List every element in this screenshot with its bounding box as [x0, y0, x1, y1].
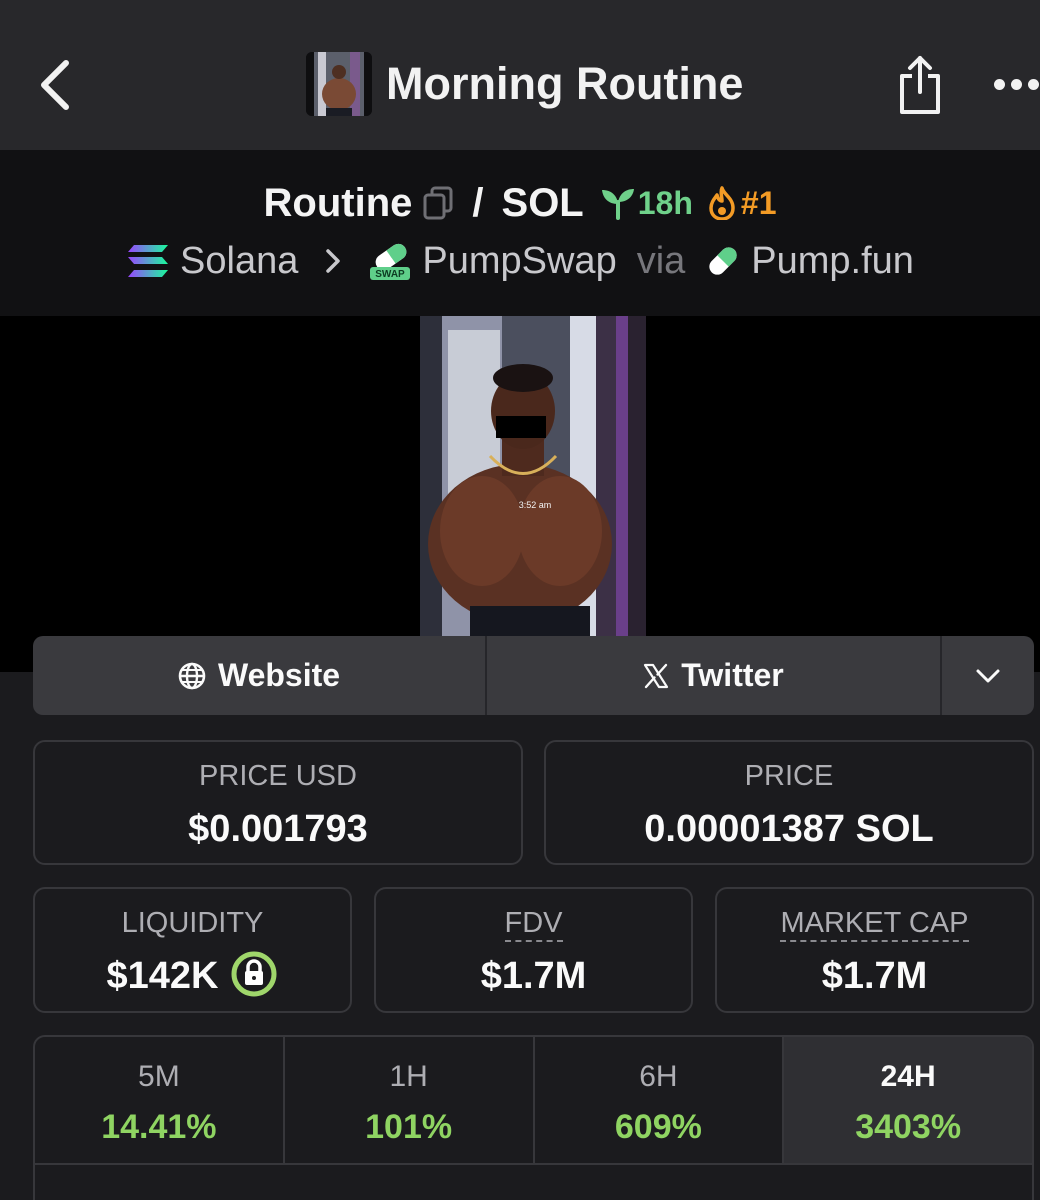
pair-header: Routine / SOL 18h #1 Solana SWAP PumpSwa… [0, 150, 1040, 316]
dex-badge-text: SWAP [376, 269, 406, 280]
twitter-label: Twitter [681, 657, 784, 693]
change-period: 6H [639, 1060, 678, 1093]
pair-age: 18h [637, 184, 693, 221]
pumpswap-icon: SWAP [370, 243, 411, 280]
fdv-value: $1.7M [480, 955, 587, 997]
pill-icon [709, 247, 737, 275]
dex-name[interactable]: PumpSwap [422, 240, 616, 283]
change-period: 24H [880, 1060, 936, 1093]
price-usd-value: $0.001793 [188, 808, 368, 850]
copy-icon[interactable] [422, 186, 454, 220]
liquidity-label: LIQUIDITY [121, 907, 264, 939]
back-button[interactable] [30, 50, 80, 120]
solana-icon [128, 245, 169, 277]
social-links-bar: Website Twitter [33, 636, 1034, 715]
token-pair-screen: Morning Routine Routine / SOL 18h #1 Sol… [0, 0, 1040, 1200]
chain-name[interactable]: Solana [180, 240, 298, 283]
change-tab-24h[interactable]: 24H 3403% [784, 1037, 1032, 1163]
token-header-image: 3:52 am [420, 316, 646, 636]
price-usd-card: PRICE USD $0.001793 [33, 740, 523, 865]
fdv-card: FDV $1.7M [374, 887, 693, 1013]
twitter-button[interactable]: Twitter [487, 636, 942, 715]
chevron-right-icon [326, 249, 341, 273]
change-value: 609% [614, 1108, 702, 1146]
seedling-icon [601, 189, 634, 220]
price-native-card: PRICE 0.00001387 SOL [544, 740, 1034, 865]
change-value: 3403% [855, 1108, 962, 1146]
website-button[interactable]: Website [33, 636, 487, 715]
change-value: 14.41% [101, 1108, 217, 1146]
liquidity-card: LIQUIDITY $142K [33, 887, 352, 1013]
market-cap-label[interactable]: MARKET CAP [780, 907, 969, 942]
market-cap-value: $1.7M [821, 955, 928, 997]
token-media: 3:52 am [0, 316, 1040, 672]
fdv-label[interactable]: FDV [504, 907, 563, 942]
fire-icon [709, 186, 735, 220]
change-period: 1H [389, 1060, 428, 1093]
share-button[interactable] [892, 50, 948, 120]
launchpad-name[interactable]: Pump.fun [751, 240, 914, 283]
change-value: 101% [365, 1108, 453, 1146]
globe-icon [178, 662, 206, 689]
more-links-button[interactable] [942, 636, 1034, 715]
via-label: via [636, 239, 686, 282]
quote-token-name: SOL [501, 180, 584, 225]
price-native-label: PRICE [744, 760, 834, 792]
more-options-button[interactable] [994, 66, 1040, 102]
base-token-name: Routine [263, 180, 413, 225]
pair-route-row: Solana SWAP PumpSwap via Pump.fun [0, 236, 1040, 286]
x-logo-icon [644, 663, 669, 688]
lock-icon[interactable] [230, 950, 278, 998]
trending-rank: #1 [740, 184, 777, 221]
change-tab-6h[interactable]: 6H 609% [535, 1037, 785, 1163]
pair-separator: / [472, 180, 484, 225]
liquidity-value: $142K [106, 955, 219, 997]
market-cap-card: MARKET CAP $1.7M [715, 887, 1034, 1013]
price-native-value: 0.00001387 SOL [644, 808, 934, 850]
pair-title-row: Routine / SOL 18h #1 [0, 178, 1040, 228]
change-period: 5M [138, 1060, 180, 1093]
stats-panel [33, 1163, 1034, 1200]
share-icon [900, 56, 940, 114]
website-label: Website [217, 657, 341, 693]
page-title: Morning Routine [386, 58, 744, 109]
token-avatar [306, 52, 372, 116]
top-app-bar: Morning Routine [0, 0, 1040, 150]
chevron-left-icon [41, 60, 69, 110]
change-tab-1h[interactable]: 1H 101% [285, 1037, 535, 1163]
price-change-tabs: 5M 14.41% 1H 101% 6H 609% 24H 3403% [33, 1035, 1034, 1165]
price-usd-label: PRICE USD [199, 760, 357, 792]
more-horizontal-icon [994, 78, 1005, 90]
change-tab-5m[interactable]: 5M 14.41% [35, 1037, 285, 1163]
video-overlay-time: 3:52 am [519, 500, 552, 510]
chevron-down-icon [976, 669, 1000, 682]
